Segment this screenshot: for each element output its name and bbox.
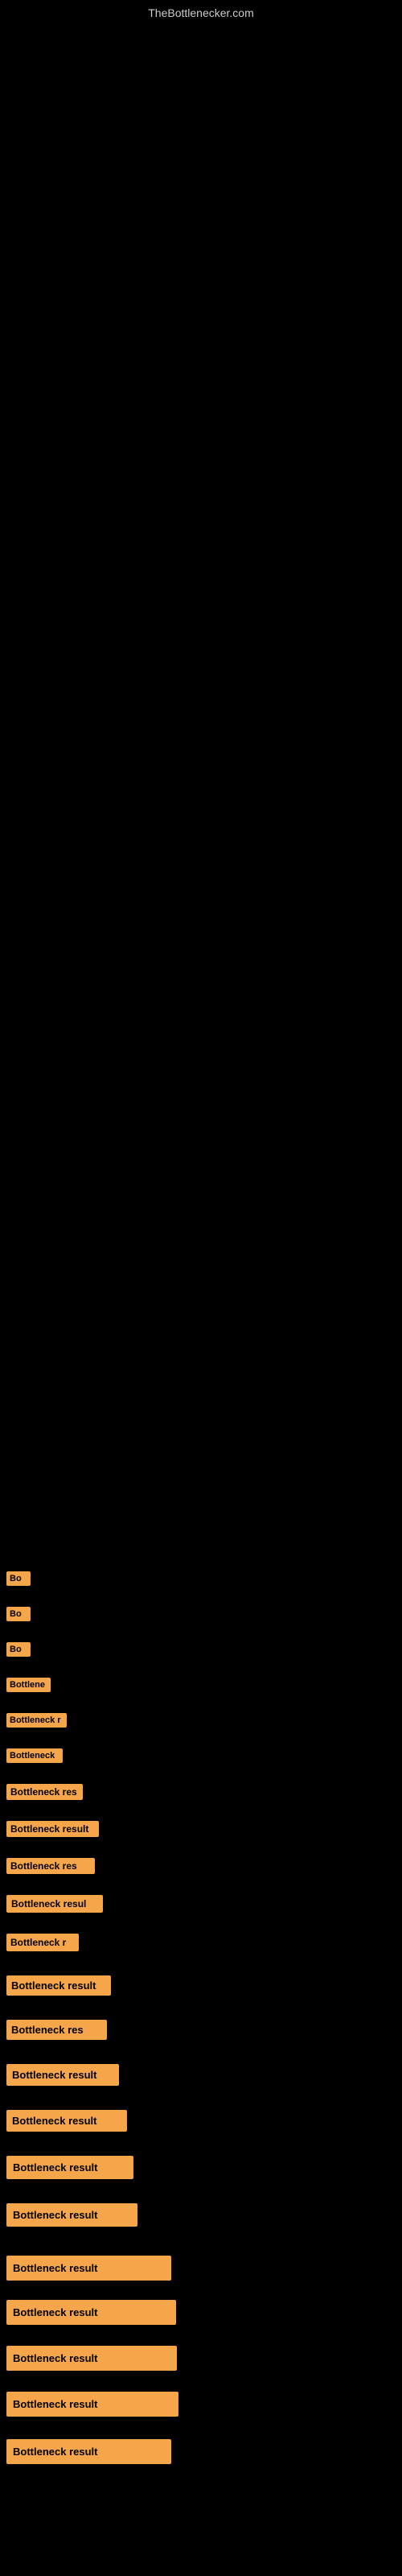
chart-area (0, 23, 402, 908)
bottleneck-label-partial-7: Bottleneck res (3, 1781, 402, 1803)
bottleneck-label-full-2: Bottleneck result (3, 2107, 402, 2135)
bottleneck-result-2972: Bottleneck result (3, 2343, 402, 2374)
bottleneck-label-partial-13: Bottleneck res (3, 2017, 402, 2043)
bottleneck-result-3059: Bottleneck result (3, 2388, 402, 2420)
bottleneck-label-full-3: Bottleneck result (3, 2153, 402, 2182)
bottleneck-label-full-4: Bottleneck result (3, 2200, 402, 2230)
bottleneck-label-partial-12: Bottleneck result (3, 1972, 402, 1999)
bottleneck-result-3148: Bottleneck result (3, 2436, 402, 2467)
bottleneck-label-partial-9: Bottleneck res (3, 1855, 402, 1877)
bottleneck-label-partial-10: Bottleneck resul (3, 1892, 402, 1916)
bottleneck-label-partial-6: Bottleneck (3, 1745, 402, 1766)
bottleneck-label-partial-1: Bo (3, 1568, 402, 1589)
bottleneck-label-partial-3: Bo (3, 1639, 402, 1660)
bottleneck-label-partial-4: Bottlene (3, 1674, 402, 1695)
bottleneck-label-partial-8: Bottleneck result (3, 1818, 402, 1840)
bottleneck-result-2880: Bottleneck result (3, 2297, 402, 2328)
bottleneck-label-partial-11: Bottleneck r (3, 1930, 402, 1955)
bottleneck-label-partial-5: Bottleneck r (3, 1710, 402, 1731)
bottleneck-label-partial-2: Bo (3, 1604, 402, 1624)
site-title: TheBottlenecker.com (0, 0, 402, 23)
bottleneck-label-full-1: Bottleneck result (3, 2061, 402, 2089)
bottleneck-result-2795: Bottleneck result (3, 2252, 402, 2284)
